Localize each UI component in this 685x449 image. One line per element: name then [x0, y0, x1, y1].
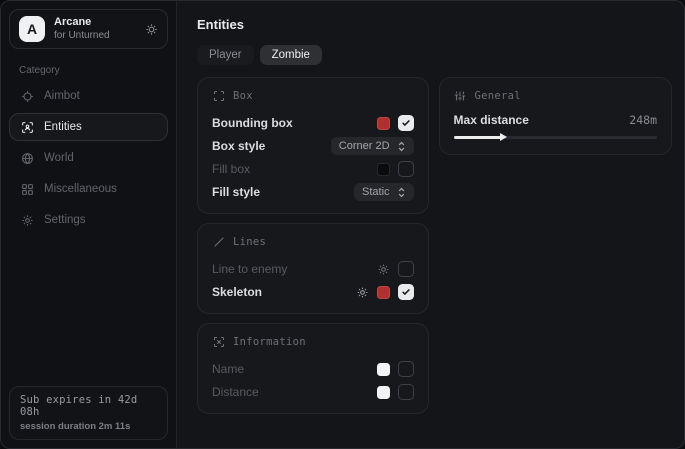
general-card-title: General [475, 90, 521, 102]
info-scan-icon [212, 336, 225, 348]
slider-thumb[interactable] [500, 133, 507, 141]
sidebar-item-label: Entities [44, 121, 82, 133]
globe-icon [20, 152, 34, 165]
sidebar: A Arcane for Unturned Category A [1, 1, 177, 448]
distance-checkbox[interactable] [398, 384, 414, 400]
distance-label: Distance [212, 385, 259, 399]
information-card: Information Name Distance [197, 323, 429, 414]
sidebar-item-label: Settings [44, 214, 86, 226]
grid-icon [20, 183, 34, 196]
line-to-enemy-label: Line to enemy [212, 262, 287, 276]
sliders-icon [454, 90, 467, 102]
sidebar-item-world[interactable]: World [9, 144, 168, 172]
max-distance-row: Max distance 248m [454, 112, 657, 128]
lines-card: Lines Line to enemy [197, 223, 429, 314]
fill-style-value: Static [362, 186, 390, 198]
diagonal-line-icon [212, 236, 225, 248]
entity-scan-icon [20, 121, 34, 134]
skeleton-label: Skeleton [212, 285, 262, 299]
page-title: Entities [197, 17, 672, 32]
slider-fill [454, 136, 503, 139]
name-label: Name [212, 362, 244, 376]
skeleton-settings-gear-icon[interactable] [356, 286, 369, 299]
skeleton-checkbox[interactable] [398, 284, 414, 300]
bounding-box-checkbox[interactable] [398, 115, 414, 131]
sidebar-item-entities[interactable]: Entities [9, 113, 168, 141]
fill-box-label: Fill box [212, 162, 250, 176]
bounding-box-label: Bounding box [212, 116, 293, 130]
chevron-up-down-icon [397, 141, 406, 152]
bounding-box-row: Bounding box [212, 114, 414, 132]
brand-text: Arcane for Unturned [54, 16, 136, 42]
chevron-up-down-icon [397, 187, 406, 198]
sidebar-nav: Aimbot Entities World [9, 82, 168, 234]
bounding-box-color-swatch[interactable] [377, 117, 390, 130]
brand-card: A Arcane for Unturned [9, 9, 168, 49]
line-to-enemy-checkbox[interactable] [398, 261, 414, 277]
crosshair-icon [20, 90, 34, 103]
box-style-label: Box style [212, 139, 265, 153]
fill-box-color-swatch[interactable] [377, 163, 390, 176]
box-style-select[interactable]: Corner 2D [331, 137, 414, 155]
entity-tabs: Player Zombie [197, 45, 672, 65]
brand-name: Arcane [54, 16, 136, 30]
tab-zombie[interactable]: Zombie [260, 45, 322, 65]
line-to-enemy-row: Line to enemy [212, 260, 414, 278]
box-card-header: Box [212, 90, 414, 102]
arcane-logo: A [19, 16, 45, 42]
box-card: Box Bounding box Box style [197, 77, 429, 214]
general-card: General Max distance 248m [439, 77, 672, 155]
name-checkbox[interactable] [398, 361, 414, 377]
sidebar-item-label: World [44, 152, 74, 164]
sidebar-item-aimbot[interactable]: Aimbot [9, 82, 168, 110]
sidebar-item-label: Miscellaneous [44, 183, 117, 195]
main-panel: Entities Player Zombie Box [177, 1, 684, 448]
sidebar-item-settings[interactable]: Settings [9, 206, 168, 234]
arcane-window: A Arcane for Unturned Category A [0, 0, 685, 449]
line-settings-gear-icon[interactable] [377, 263, 390, 276]
lines-card-title: Lines [233, 236, 266, 248]
box-style-value: Corner 2D [339, 140, 390, 152]
fill-box-row: Fill box [212, 160, 414, 178]
sidebar-item-miscellaneous[interactable]: Miscellaneous [9, 175, 168, 203]
information-card-header: Information [212, 336, 414, 348]
box-style-row: Box style Corner 2D [212, 137, 414, 155]
sub-expiry-text: Sub expires in 42d 08h [20, 394, 157, 418]
name-row: Name [212, 360, 414, 378]
skeleton-row: Skeleton [212, 283, 414, 301]
gear-icon [20, 214, 34, 227]
max-distance-value: 248m [629, 113, 657, 127]
distance-row: Distance [212, 383, 414, 401]
category-label: Category [19, 65, 168, 76]
tab-player[interactable]: Player [197, 45, 254, 65]
lines-card-header: Lines [212, 236, 414, 248]
brand-subtitle: for Unturned [54, 30, 136, 43]
max-distance-slider[interactable] [454, 132, 657, 142]
box-card-title: Box [233, 90, 253, 102]
sync-icon[interactable] [145, 23, 158, 36]
sidebar-item-label: Aimbot [44, 90, 80, 102]
fill-style-row: Fill style Static [212, 183, 414, 201]
distance-color-swatch[interactable] [377, 386, 390, 399]
fill-box-checkbox[interactable] [398, 161, 414, 177]
general-card-header: General [454, 90, 657, 102]
name-color-swatch[interactable] [377, 363, 390, 376]
box-corners-icon [212, 90, 225, 102]
fill-style-label: Fill style [212, 185, 260, 199]
information-card-title: Information [233, 336, 306, 348]
session-duration-text: session duration 2m 11s [20, 421, 157, 432]
subscription-info: Sub expires in 42d 08h session duration … [9, 386, 168, 440]
max-distance-label: Max distance [454, 113, 529, 127]
skeleton-color-swatch[interactable] [377, 286, 390, 299]
fill-style-select[interactable]: Static [354, 183, 414, 201]
